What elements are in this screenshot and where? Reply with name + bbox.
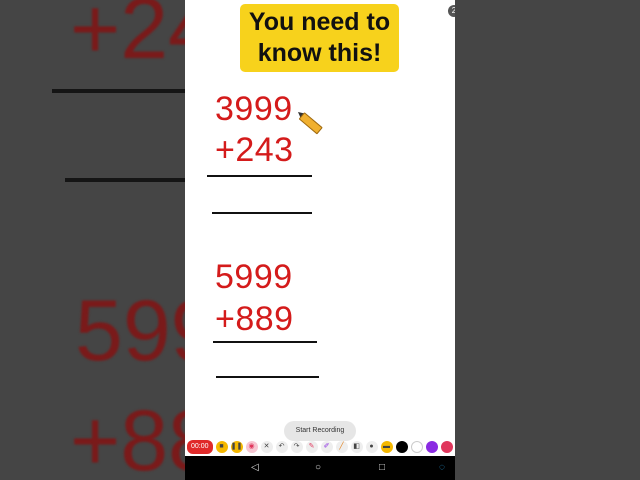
pause-icon[interactable]: ❚❚ — [230, 441, 243, 453]
problem-1-answer-rule — [212, 212, 312, 214]
title-text: You need to know this! — [248, 8, 391, 67]
pencil-icon — [295, 109, 323, 135]
white-color-icon[interactable] — [410, 441, 423, 453]
problem-2-answer-rule — [216, 376, 319, 378]
back-icon[interactable]: ◁ — [251, 460, 259, 476]
undo-icon[interactable]: ↶ — [275, 441, 288, 453]
title-banner: You need to know this! — [240, 4, 399, 72]
eraser-icon[interactable]: ◧ — [350, 441, 363, 453]
background-rule — [52, 89, 185, 93]
redo-icon[interactable]: ↷ — [290, 441, 303, 453]
system-navigation-bar: ◁ ○ □ ◌ — [185, 456, 455, 480]
recording-toolbar: 00:00 ■ ❚❚ ◉ ✕ ↶ ↷ ✎ ✐ ╱ ◧ ● ▬ — [185, 438, 455, 456]
mic-icon[interactable]: ● — [365, 441, 378, 453]
problem-2-sum-rule — [213, 341, 317, 343]
background-number: +88 — [70, 393, 185, 480]
purple-color-icon[interactable] — [425, 441, 438, 453]
close-icon[interactable]: ✕ — [260, 441, 273, 453]
background-number: +24 — [70, 0, 185, 77]
pen-icon[interactable]: ✎ — [305, 441, 318, 453]
recording-timer: 00:00 — [187, 440, 213, 454]
folder-icon[interactable]: ▬ — [380, 441, 393, 453]
assistant-icon[interactable]: ◌ — [439, 460, 445, 476]
background-left: +24 599 +88 — [0, 0, 185, 480]
background-right — [455, 0, 640, 480]
notification-badge[interactable]: 2 — [448, 5, 455, 17]
problem-2-top: 5999 — [215, 258, 293, 296]
pink-color-icon[interactable] — [440, 441, 453, 453]
home-icon[interactable]: ○ — [315, 460, 321, 476]
marker-icon[interactable]: ✐ — [320, 441, 333, 453]
problem-2-bottom: +889 — [215, 300, 294, 338]
problem-1-bottom: +243 — [215, 131, 294, 169]
background-number: 599 — [75, 283, 185, 379]
phone-screen: You need to know this! 2 3999 +243 5999 … — [185, 0, 455, 480]
recents-icon[interactable]: □ — [379, 460, 385, 476]
camera-icon[interactable]: ◉ — [245, 441, 258, 453]
black-color-icon[interactable] — [395, 441, 408, 453]
stop-icon[interactable]: ■ — [215, 441, 228, 453]
highlighter-icon[interactable]: ╱ — [335, 441, 348, 453]
problem-1-top: 3999 — [215, 90, 293, 128]
problem-1-sum-rule — [207, 175, 312, 177]
background-rule — [65, 178, 185, 182]
